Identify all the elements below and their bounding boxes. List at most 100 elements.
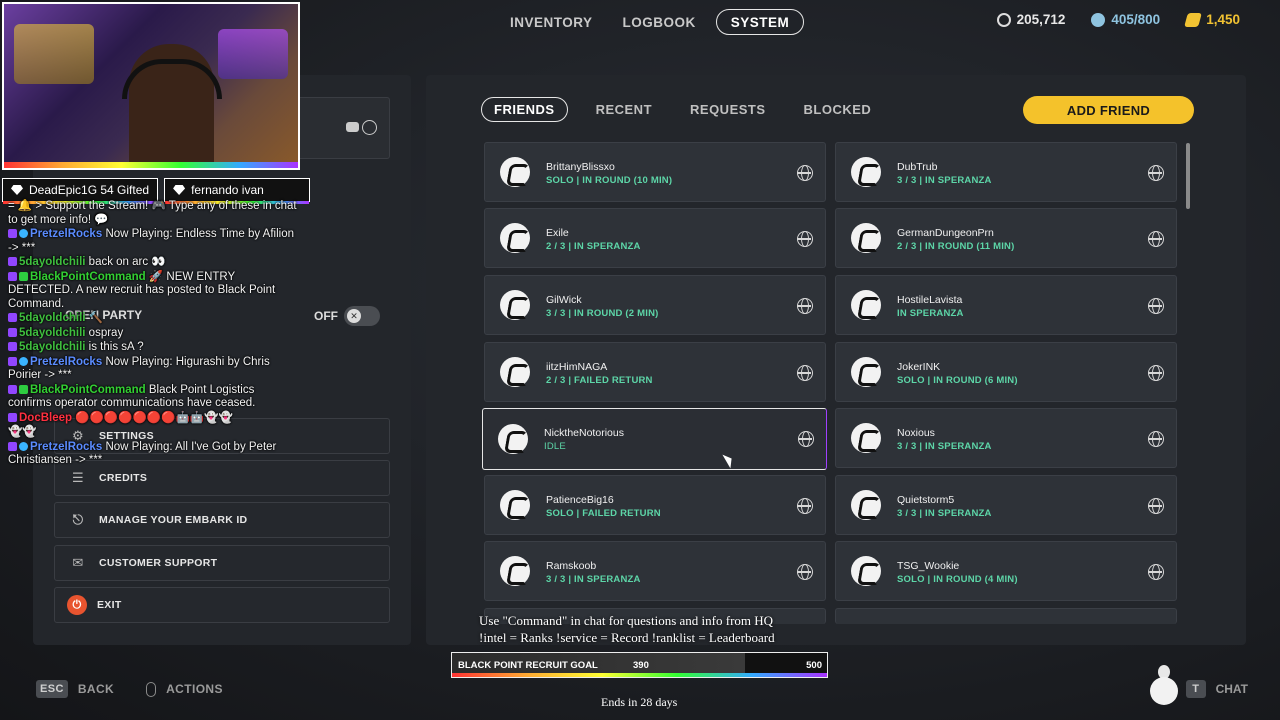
friend-name: HostileLavista [897,294,963,306]
actions-button[interactable]: ACTIONS [166,682,223,696]
chat-message: = 🔔 > Support the Stream! 🎮 Type any of … [8,200,298,227]
friend-name: iitzHimNAGA [546,361,608,373]
friend-card[interactable]: BrittanyBlissxo SOLO | IN ROUND (10 MIN) [484,142,826,202]
gift-text: fernando ivan [191,183,264,197]
friend-card[interactable]: TSG_Wookie SOLO | IN ROUND (4 MIN) [835,541,1177,601]
globe-icon[interactable] [1148,431,1164,447]
chat-message: BlackPointCommand Black Point Logistics … [8,384,298,411]
sub-badge-icon [8,313,17,323]
back-button[interactable]: BACK [78,682,114,696]
friend-status: SOLO | IN ROUND (4 MIN) [897,574,1018,585]
avatar [500,290,530,320]
chat-message: 5dayoldchili 🔨 [8,312,298,326]
friend-card[interactable]: Ramskoob 3 / 3 | IN SPERANZA [484,541,826,601]
friend-card[interactable]: iitzHimNAGA 2 / 3 | FAILED RETURN [484,342,826,402]
tab-blocked[interactable]: BLOCKED [794,97,882,122]
friend-card[interactable]: Noxious 3 / 3 | IN SPERANZA [835,408,1177,468]
globe-icon[interactable] [1148,165,1164,181]
sub-badge-icon [8,412,17,422]
sub-badge-icon [8,271,17,281]
stream-chat: = 🔔 > Support the Stream! 🎮 Type any of … [8,200,298,469]
friend-name: TSG_Wookie [897,560,960,572]
globe-icon[interactable] [797,165,813,181]
stash-capacity: 405/800 [1091,12,1160,27]
customer-support-button[interactable]: ✉ CUSTOMER SUPPORT [54,545,390,581]
premium-currency: 1,450 [1184,12,1240,27]
chat-hint: T CHAT [1185,680,1248,698]
friend-card[interactable]: JokerINK SOLO | IN ROUND (6 MIN) [835,342,1177,402]
exit-label: EXIT [97,599,122,611]
friend-card[interactable]: HostileLavista IN SPERANZA [835,275,1177,335]
mouse-icon [146,681,157,697]
friend-status: IDLE [544,441,566,452]
avatar [500,157,530,187]
toggle-switch[interactable] [344,306,380,326]
sub-badge-icon [8,441,17,451]
friend-card[interactable]: Exile 2 / 3 | IN SPERANZA [484,208,826,268]
chat-username: PretzelRocks [30,440,103,453]
toggle-state: OFF [314,309,338,323]
manage-embark-id-button[interactable]: ⎋ MANAGE YOUR EMBARK ID [54,502,390,538]
friend-card[interactable]: GermanDungeonPrn 2 / 3 | IN ROUND (11 MIN… [835,208,1177,268]
avatar [500,556,530,586]
chat-icon: ✉ [72,555,84,570]
globe-icon[interactable] [1148,498,1164,514]
tab-recent[interactable]: RECENT [586,97,662,122]
diamond-icon [11,185,23,195]
globe-icon[interactable] [797,564,813,580]
friend-card-selected[interactable]: NicktheNotorious IDLE [482,408,827,470]
gift-alert: DeadEpic1G 54 Gifted [2,178,159,204]
chat-button[interactable]: CHAT [1216,682,1248,696]
exit-button[interactable]: ⏻ EXIT [54,587,390,623]
friend-card[interactable]: Quietstorm5 3 / 3 | IN SPERANZA [835,475,1177,535]
coins-value: 205,712 [1016,12,1066,27]
sub-badge-icon [8,342,17,352]
open-party-toggle[interactable]: OFF [314,306,380,326]
friend-status: 3 / 3 | IN SPERANZA [897,175,992,186]
add-friend-button[interactable]: ADD FRIEND [1023,96,1194,124]
sub-badge-icon [8,327,17,337]
globe-icon[interactable] [797,231,813,247]
globe-icon[interactable] [1148,231,1164,247]
globe-icon[interactable] [1148,564,1164,580]
tab-logbook[interactable]: LOGBOOK [613,9,706,35]
globe-icon[interactable] [797,298,813,314]
friends-scrollbar[interactable] [1186,143,1190,209]
friend-card[interactable]: PatienceBig16 SOLO | FAILED RETURN [484,475,826,535]
globe-icon[interactable] [1148,298,1164,314]
bottom-hints: ESC BACK ACTIONS [36,680,223,698]
avatar [500,357,530,387]
friend-status: SOLO | FAILED RETURN [546,508,661,519]
friend-status: 3 / 3 | IN SPERANZA [897,441,992,452]
globe-icon[interactable] [1148,365,1164,381]
globe-icon[interactable] [362,120,377,135]
friend-name: Exile [546,227,569,239]
friend-card[interactable]: GilWick 3 / 3 | IN ROUND (2 MIN) [484,275,826,335]
friend-name: DubTrub [897,161,938,173]
power-icon: ⏻ [67,595,87,615]
chat-message: BlackPointCommand 🚀 NEW ENTRY DETECTED. … [8,271,298,312]
avatar [851,490,881,520]
tab-requests[interactable]: REQUESTS [680,97,776,122]
tab-system[interactable]: SYSTEM [715,9,805,35]
globe-icon[interactable] [797,498,813,514]
friend-card-partial[interactable] [835,608,1177,624]
chat-message: PretzelRocks Now Playing: Higurashi by C… [8,356,298,383]
diamond-icon [173,185,186,195]
command-info: Use "Command" in chat for questions and … [479,612,775,646]
neon-decoration [218,29,288,79]
tab-inventory[interactable]: INVENTORY [500,9,603,35]
embark-logo-icon [1150,665,1178,705]
tab-friends[interactable]: FRIENDS [481,97,568,122]
friend-name: Quietstorm5 [897,494,955,506]
friend-status: 3 / 3 | IN ROUND (2 MIN) [546,308,659,319]
avatar [500,490,530,520]
credits-label: CREDITS [99,472,148,484]
globe-icon[interactable] [797,365,813,381]
discord-icon[interactable] [346,122,359,132]
sub-badge-icon [8,384,17,394]
sub-badge-icon [8,356,17,366]
globe-icon[interactable] [798,431,814,447]
chat-text: is this sA ? [88,341,144,353]
friend-card[interactable]: DubTrub 3 / 3 | IN SPERANZA [835,142,1177,202]
